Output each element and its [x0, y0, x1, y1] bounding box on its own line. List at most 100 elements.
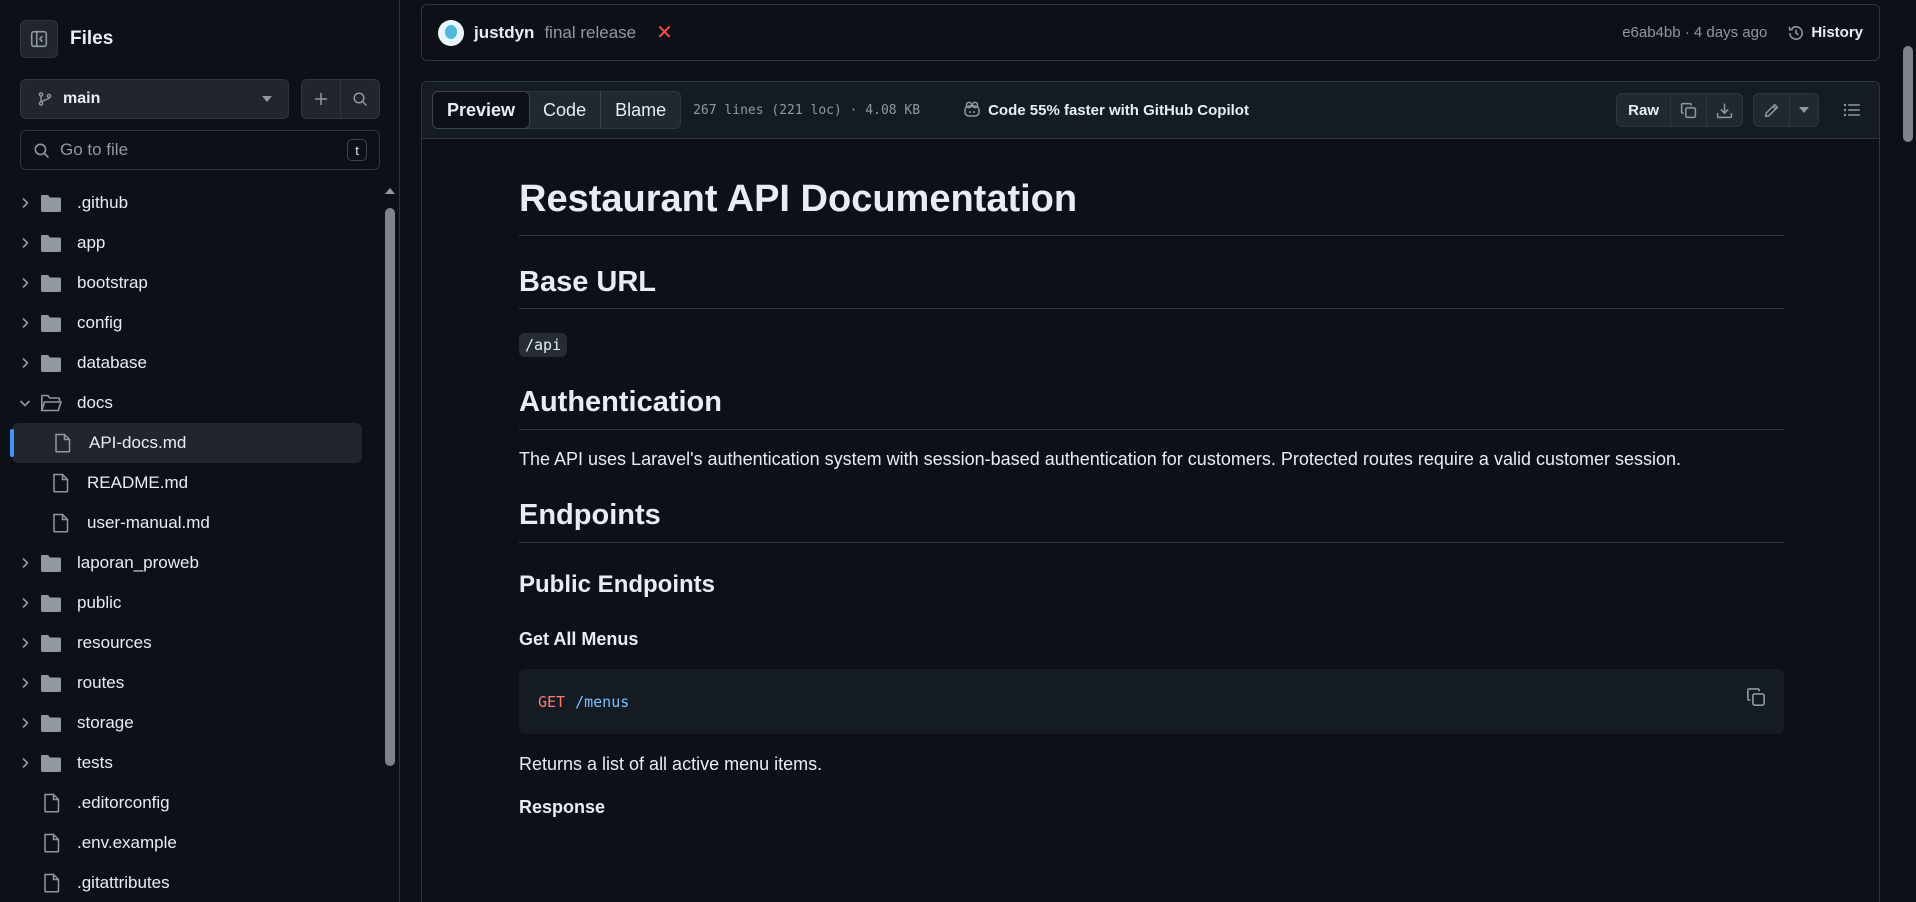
copilot-promo-link[interactable]: Code 55% faster with GitHub Copilot — [962, 101, 1249, 119]
tree-file[interactable]: user-manual.md — [10, 503, 362, 543]
copy-icon — [1680, 102, 1697, 118]
check-failed-icon[interactable]: ✕ — [656, 20, 673, 45]
tree-file[interactable]: .editorconfig — [10, 783, 362, 823]
view-mode-tabs: Preview Code Blame — [432, 91, 682, 129]
file-icon — [40, 793, 68, 813]
tree-folder[interactable]: storage — [10, 703, 362, 743]
chevron-right-icon[interactable] — [10, 557, 40, 569]
tree-folder[interactable]: tests — [10, 743, 362, 783]
chevron-right-icon[interactable] — [10, 597, 40, 609]
tree-file[interactable]: .gitattributes — [10, 863, 362, 902]
chevron-right-icon[interactable] — [10, 357, 40, 369]
chevron-right-icon — [22, 557, 29, 569]
auth-description: The API uses Laravel's authentication sy… — [519, 449, 1682, 470]
chevron-down-icon[interactable] — [10, 398, 40, 408]
tree-item-label: docs — [77, 393, 113, 412]
file-tree: .github app bootstrap config database docs API… — [10, 183, 362, 902]
sidebar-collapse-icon — [30, 30, 48, 48]
file-icon — [44, 793, 60, 813]
search-files-button[interactable] — [340, 80, 379, 118]
download-button[interactable] — [1706, 94, 1742, 126]
tree-folder[interactable]: bootstrap — [10, 263, 362, 303]
tree-file[interactable]: README.md — [10, 463, 362, 503]
tree-folder[interactable]: public — [10, 583, 362, 623]
caret-down-icon — [262, 96, 272, 102]
edit-file-button[interactable] — [1754, 94, 1789, 126]
file-icon — [40, 833, 68, 853]
folder-icon — [41, 594, 61, 612]
folder-open-icon — [40, 394, 62, 411]
chevron-right-icon[interactable] — [10, 237, 40, 249]
copy-raw-button[interactable] — [1670, 94, 1706, 126]
tree-item-label: .gitattributes — [77, 873, 170, 892]
folder-icon — [40, 754, 68, 773]
page-scroll-thumb[interactable] — [1903, 46, 1913, 142]
tree-item-label: API-docs.md — [89, 433, 187, 452]
doc-title: Restaurant API Documentation — [519, 139, 1784, 236]
history-label: History — [1811, 24, 1863, 41]
pencil-icon — [1764, 103, 1779, 117]
tree-file[interactable]: .env.example — [10, 823, 362, 863]
history-button[interactable]: History — [1787, 24, 1863, 42]
outline-button[interactable] — [1835, 93, 1869, 127]
file-tree-sidebar: Files main Go to file t .github app bootst… — [0, 0, 400, 902]
add-file-button[interactable] — [302, 80, 340, 118]
tab-preview[interactable]: Preview — [432, 91, 531, 129]
chevron-right-icon — [22, 597, 29, 609]
go-to-file-input[interactable]: Go to file t — [20, 130, 380, 170]
plus-icon — [315, 93, 327, 105]
tab-code[interactable]: Code — [529, 92, 600, 128]
edit-options-button[interactable] — [1789, 94, 1818, 126]
page-scrollbar[interactable] — [1900, 0, 1916, 902]
copilot-icon — [964, 101, 980, 117]
raw-button[interactable]: Raw — [1617, 94, 1670, 126]
folder-icon — [41, 234, 61, 252]
chevron-right-icon[interactable] — [10, 277, 40, 289]
branch-selector[interactable]: main — [20, 79, 289, 119]
http-method: GET — [538, 692, 566, 711]
tree-folder[interactable]: app — [10, 223, 362, 263]
author-avatar[interactable] — [438, 19, 464, 46]
tree-item-label: tests — [77, 753, 113, 772]
file-viewer: Preview Code Blame 267 lines (221 loc) ·… — [421, 81, 1880, 902]
folder-icon — [40, 274, 68, 293]
commit-author[interactable]: justdyn — [474, 23, 534, 43]
tree-file[interactable]: API-docs.md — [10, 423, 362, 463]
chevron-right-icon[interactable] — [10, 637, 40, 649]
chevron-right-icon[interactable] — [10, 677, 40, 689]
copy-code-button[interactable] — [1746, 687, 1766, 707]
tree-folder[interactable]: docs — [10, 383, 362, 423]
folder-icon — [41, 554, 61, 572]
tree-folder[interactable]: laporan_proweb — [10, 543, 362, 583]
tree-folder[interactable]: .github — [10, 183, 362, 223]
commit-meta[interactable]: e6ab4bb · 4 days ago — [1622, 24, 1767, 41]
chevron-right-icon[interactable] — [10, 317, 40, 329]
folder-icon — [40, 314, 68, 333]
endpoint-path: /menus — [575, 692, 630, 711]
collapse-sidebar-button[interactable] — [20, 20, 58, 58]
markdown-preview: Restaurant API Documentation Base URL /a… — [519, 139, 1784, 819]
folder-icon — [41, 194, 61, 212]
chevron-right-icon[interactable] — [10, 717, 40, 729]
shortcut-key: t — [347, 139, 367, 161]
tree-item-label: app — [77, 233, 106, 252]
chevron-right-icon — [22, 717, 29, 729]
sidebar-scrollbar[interactable] — [383, 186, 397, 902]
commit-message[interactable]: final release — [544, 23, 636, 43]
folder-icon — [40, 714, 68, 733]
folder-icon — [41, 714, 61, 732]
chevron-right-icon[interactable] — [10, 757, 40, 769]
chevron-right-icon — [22, 317, 29, 329]
tree-folder[interactable]: resources — [10, 623, 362, 663]
chevron-down-icon — [19, 400, 31, 407]
chevron-right-icon[interactable] — [10, 197, 40, 209]
sidebar-scroll-thumb[interactable] — [385, 208, 395, 766]
sidebar-header: Files — [20, 20, 113, 58]
branch-name: main — [63, 90, 101, 107]
tree-folder[interactable]: config — [10, 303, 362, 343]
tab-blame[interactable]: Blame — [600, 92, 680, 128]
tree-folder[interactable]: routes — [10, 663, 362, 703]
selected-indicator — [10, 429, 14, 457]
tree-folder[interactable]: database — [10, 343, 362, 383]
tree-item-label: .editorconfig — [77, 793, 170, 812]
